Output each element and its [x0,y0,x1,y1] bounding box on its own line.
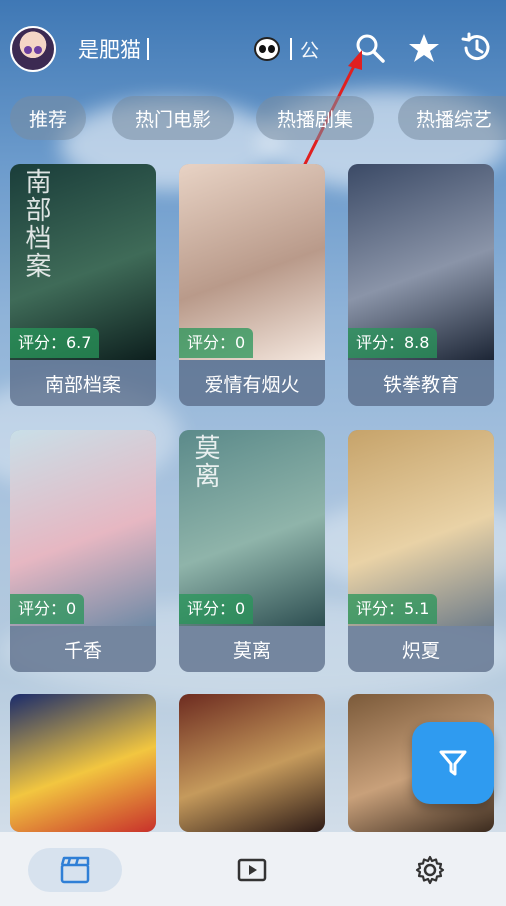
search-icon [356,34,385,63]
poster-title: 南部档案 [21,168,51,280]
card-title: 铁拳教育 [348,360,494,406]
media-card[interactable] [179,694,325,832]
media-card[interactable]: 评分：8.8 铁拳教育 [348,164,494,406]
media-card[interactable]: 莫离 评分：0 莫离 [179,430,325,672]
tab-hot-variety[interactable]: 热播综艺 [398,96,506,140]
filter-button[interactable] [412,722,494,804]
media-card[interactable]: 评分：5.1 炽夏 [348,430,494,672]
play-icon [237,858,267,882]
gear-icon [415,855,445,885]
rating-badge: 评分：8.8 [348,328,438,358]
star-icon [409,34,439,62]
tab-label: 热门电影 [134,108,211,131]
username[interactable]: 是肥猫 [78,34,149,64]
divider [290,38,292,60]
media-card[interactable] [10,694,156,832]
filter-icon [439,750,467,776]
search-button[interactable] [354,32,386,64]
category-tabs: 推荐 热门电影 热播剧集 热播综艺 [0,96,506,142]
nav-settings[interactable] [408,848,452,892]
card-title: 爱情有烟火 [179,360,325,406]
rating-badge: 评分：6.7 [10,328,100,358]
text-cursor [147,38,149,60]
header-extra-text: 公 [300,40,320,62]
media-card[interactable]: 南部档案 评分：6.7 南部档案 [10,164,156,406]
tab-label: 热播综艺 [416,108,493,131]
tab-hot-series[interactable]: 热播剧集 [256,96,374,140]
poster-image [179,694,325,832]
tab-hot-movies[interactable]: 热门电影 [112,96,234,140]
tab-label: 热播剧集 [276,108,353,131]
username-text: 是肥猫 [78,38,141,62]
rating-badge: 评分：5.1 [348,594,438,624]
rating-badge: 评分：0 [10,594,85,624]
card-title: 莫离 [179,626,325,672]
rating-badge: 评分：0 [179,594,254,624]
nav-home[interactable] [28,848,122,892]
poster-image [10,694,156,832]
tab-recommend[interactable]: 推荐 [10,96,86,140]
rating-badge: 评分：0 [179,328,254,358]
card-title: 南部档案 [10,360,156,406]
header: 是肥猫 公 [0,0,506,96]
clapperboard-icon [60,856,90,884]
poster-title: 莫离 [190,434,220,490]
tab-label: 推荐 [28,108,67,131]
panda-icon[interactable] [254,37,280,61]
media-card[interactable]: 评分：0 千香 [10,430,156,672]
history-icon [461,32,490,61]
history-button[interactable] [460,32,492,64]
media-card[interactable]: 评分：0 爱情有烟火 [179,164,325,406]
card-title: 炽夏 [348,626,494,672]
avatar[interactable] [10,26,56,72]
bottom-nav [0,832,506,906]
nav-player[interactable] [230,848,274,892]
card-title: 千香 [10,626,156,672]
favorites-button[interactable] [408,32,440,64]
